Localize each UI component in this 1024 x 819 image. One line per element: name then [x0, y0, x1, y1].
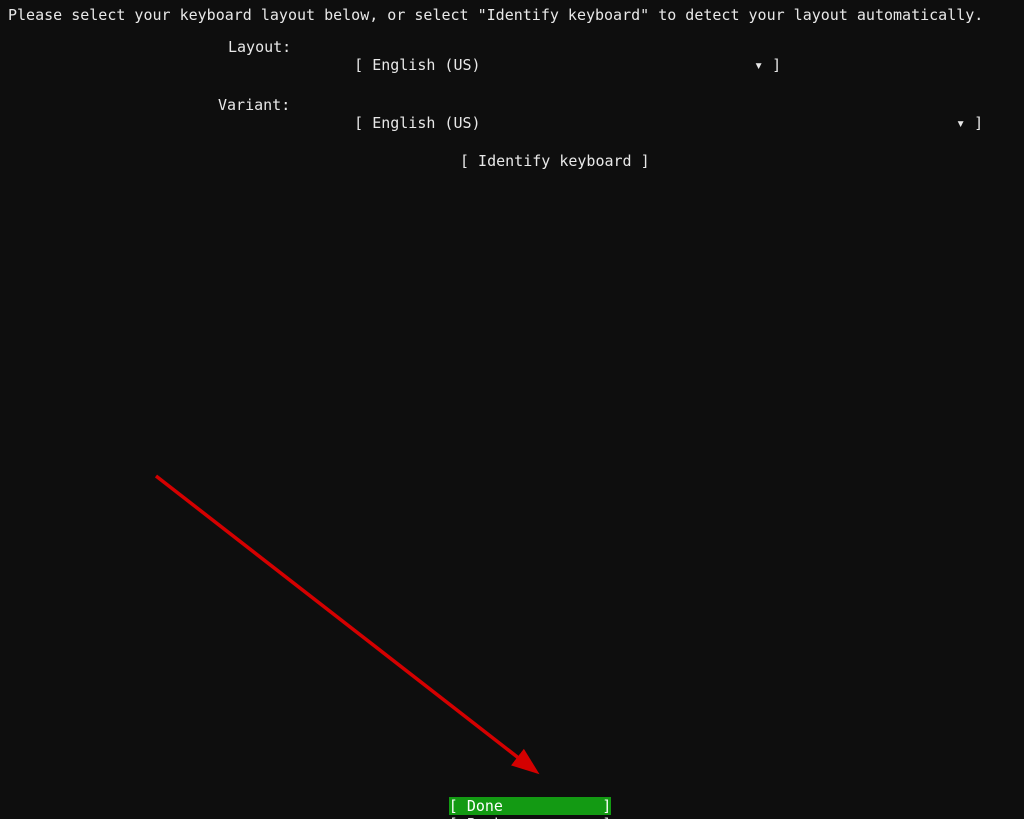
chevron-down-icon: ▾ — [754, 56, 763, 74]
layout-selector[interactable]: [ English (US) — [318, 38, 481, 92]
chevron-down-icon: ▾ — [956, 114, 965, 132]
variant-selector[interactable]: [ English (US) — [318, 96, 481, 150]
back-button[interactable]: [ Back ] — [449, 815, 612, 819]
bracket-close: ] — [965, 114, 983, 132]
bracket-open: [ — [354, 56, 372, 74]
annotation-arrow-icon — [0, 0, 1024, 819]
layout-selector-end[interactable]: ▾ ] — [718, 38, 781, 92]
instruction-text: Please select your keyboard layout below… — [8, 6, 983, 24]
layout-value: English (US) — [372, 56, 480, 74]
keyboard-layout-screen: Please select your keyboard layout below… — [0, 0, 1024, 819]
footer-back-row: [ Back ] — [0, 797, 1024, 819]
bracket-close: ] — [763, 56, 781, 74]
variant-value: English (US) — [372, 114, 480, 132]
layout-label: Layout: — [228, 38, 291, 56]
bracket-open: [ — [354, 114, 372, 132]
variant-label: Variant: — [218, 96, 290, 114]
identify-keyboard-button[interactable]: [ Identify keyboard ] — [460, 152, 650, 170]
variant-selector-end[interactable]: ▾ ] — [920, 96, 983, 150]
